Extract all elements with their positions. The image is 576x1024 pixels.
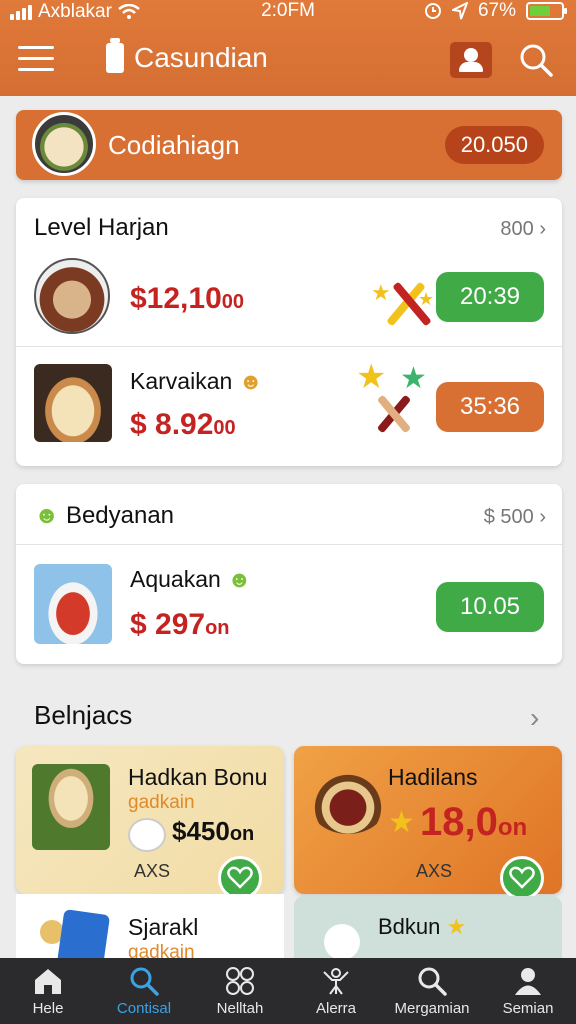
user-icon xyxy=(515,968,541,995)
banner-title: Codiahiagn xyxy=(108,130,240,160)
search-icon xyxy=(130,967,159,996)
card-title: Level Harjan xyxy=(34,214,169,241)
food-image xyxy=(34,564,112,644)
item-name: Karvaikan ☻ xyxy=(130,368,263,394)
tile-subtitle: gadkain xyxy=(128,792,195,813)
timer-button[interactable]: 35:36 xyxy=(436,382,544,432)
alarm-icon xyxy=(424,3,441,19)
tile-price: 18,0on xyxy=(420,800,528,844)
heart-icon xyxy=(227,866,253,889)
nav-nelltah[interactable]: Nelltah xyxy=(192,958,288,1024)
emoji-icon: ☻ xyxy=(238,368,263,394)
menu-icon[interactable] xyxy=(18,46,54,74)
star-icon: ★ xyxy=(356,358,387,396)
food-image xyxy=(32,764,110,850)
banner-food-image xyxy=(32,112,96,176)
item-price: $12,1000 xyxy=(130,282,245,315)
tile-title: Hadilans xyxy=(388,764,478,790)
promo-tile[interactable]: Hadilans ★ 18,0on AXS xyxy=(294,746,562,900)
battery-level xyxy=(530,6,550,16)
mascot-icon xyxy=(128,818,166,852)
card-more-link[interactable]: 800 › xyxy=(500,218,546,241)
app-title-text: Casundian xyxy=(134,42,268,73)
nav-alerra[interactable]: Alerra xyxy=(288,958,384,1024)
home-icon xyxy=(35,969,61,994)
app-title: Casundian xyxy=(106,38,268,74)
nav-contisal[interactable]: Contisal xyxy=(96,958,192,1024)
battery-icon xyxy=(526,2,567,20)
tile-tag: AXS xyxy=(416,861,453,881)
banner-value-badge: 20.050 xyxy=(444,126,544,164)
featured-banner[interactable]: Codiahiagn 20.050 xyxy=(16,110,562,180)
user-icon xyxy=(464,48,478,62)
battery-percent: 67% xyxy=(477,0,516,21)
tile-price: $450on xyxy=(172,816,255,846)
nav-semian[interactable]: Semian xyxy=(480,958,576,1024)
food-image xyxy=(34,258,110,334)
tile-title: Hadkan Bonu xyxy=(128,764,268,790)
section-title: Belnjacs xyxy=(34,700,133,730)
search-icon[interactable] xyxy=(518,42,554,78)
search-icon xyxy=(418,967,447,996)
divider xyxy=(16,346,562,347)
bedyanan-card: ☻ Bedyanan $ 500 › Aquakan ☻ $ 297on 10.… xyxy=(16,484,562,664)
star-icon: ★ xyxy=(371,280,391,305)
card-more-link[interactable]: $ 500 › xyxy=(484,506,546,529)
tile-tag: AXS xyxy=(134,861,171,881)
status-bar: Axblakar 2:0FM 67% xyxy=(0,0,576,24)
star-icon: ★ xyxy=(388,806,415,839)
item-price: $ 297on xyxy=(130,608,230,641)
tile-title: Sjarakl xyxy=(128,914,199,940)
location-icon xyxy=(451,2,468,20)
card-title: ☻ Bedyanan xyxy=(34,502,175,529)
nav-home[interactable]: Hele xyxy=(0,958,96,1024)
heart-icon xyxy=(509,866,535,889)
star-icon: ★ xyxy=(400,362,427,395)
profile-button[interactable] xyxy=(450,42,492,78)
divider xyxy=(16,544,562,545)
food-image xyxy=(308,768,388,834)
jar-icon xyxy=(106,38,124,73)
timer-button[interactable]: 10.05 xyxy=(436,582,544,632)
mascot-icon xyxy=(324,924,360,960)
nav-mergamian[interactable]: Mergamian xyxy=(384,958,480,1024)
grid-icon xyxy=(226,967,254,995)
level-card: Level Harjan 800 › $12,1000 ★ ★ 20:39 Ka… xyxy=(16,198,562,466)
person-arms-icon xyxy=(323,968,349,995)
emoji-icon: ☻ xyxy=(227,566,252,592)
star-icon: ★ xyxy=(418,289,435,309)
favorite-button[interactable] xyxy=(500,856,544,900)
app-header: Axblakar 2:0FM 67% Casundian xyxy=(0,0,576,96)
timer-button[interactable]: 20:39 xyxy=(436,272,544,322)
item-price: $ 8.9200 xyxy=(130,408,236,441)
mascot-icon: ☻ xyxy=(34,502,60,529)
promo-tile[interactable]: Hadkan Bonu gadkain $450on AXS xyxy=(16,746,284,900)
food-image xyxy=(34,364,112,442)
bottom-navigation: Hele Contisal Nelltah Alerra Mergamian S… xyxy=(0,958,576,1024)
chevron-right-icon[interactable]: › xyxy=(530,702,539,734)
tile-title: Bdkun ★ xyxy=(378,914,467,939)
status-right: 67% xyxy=(424,0,567,22)
item-name: Aquakan ☻ xyxy=(130,566,252,592)
